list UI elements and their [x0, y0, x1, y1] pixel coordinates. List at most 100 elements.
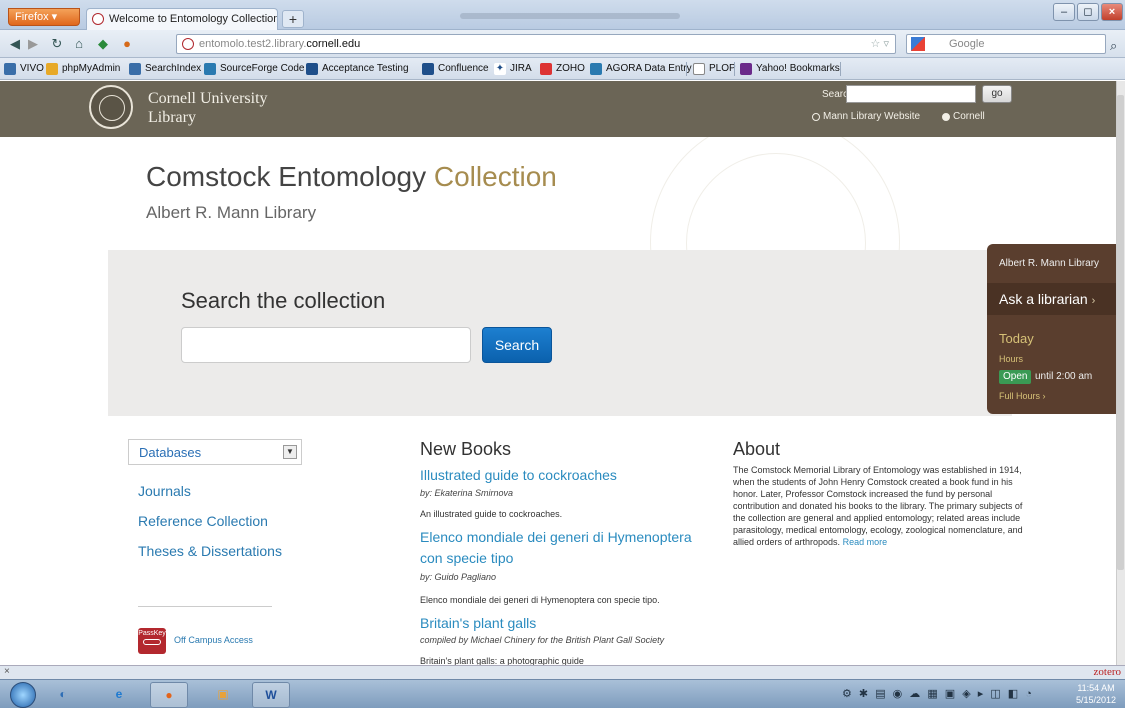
maximize-icon[interactable]: ◻ [1077, 3, 1099, 21]
page-title-accent: Collection [433, 161, 557, 192]
bookmark-label: PLOP [709, 63, 736, 74]
bookmark-searchindex[interactable]: SearchIndex [129, 62, 201, 76]
ask-librarian-link[interactable]: Ask a librarian › [987, 283, 1116, 315]
bookmark-acceptance-testing[interactable]: Acceptance Testing [306, 62, 409, 76]
zotero-button[interactable]: zotero [1094, 666, 1121, 678]
home-icon[interactable]: ⌂ [70, 35, 88, 53]
org-name-line2: Library [148, 109, 196, 126]
url-prefix: entomolo.test2.library. [199, 38, 307, 50]
close-addon-bar-icon[interactable]: × [4, 666, 10, 677]
bookmark-icon: ✦ [494, 63, 506, 75]
bookmark-yahoo[interactable]: Yahoo! Bookmarks [740, 62, 840, 76]
bookmark-icon [590, 63, 602, 75]
book-author: by: Ekaterina Smirnova [420, 488, 514, 498]
start-button[interactable] [10, 682, 36, 708]
library-hours-card: Albert R. Mann Library Ask a librarian ›… [987, 244, 1116, 414]
new-tab-button[interactable]: + [282, 10, 304, 28]
bookmark-icon [540, 63, 552, 75]
header-search-input[interactable] [846, 85, 976, 103]
clock-time: 11:54 AM [1077, 683, 1115, 693]
sidebar-divider [138, 606, 272, 607]
scrollbar-thumb[interactable] [1117, 95, 1124, 570]
taskbar-firefox-icon[interactable]: ● [150, 682, 188, 708]
page-title-main: Comstock Entomology [146, 161, 427, 192]
minimize-icon[interactable]: – [1053, 3, 1075, 21]
book-author: compiled by Michael Chinery for the Brit… [420, 635, 665, 645]
bookmark-separator [734, 62, 735, 76]
extension-person-icon[interactable]: ● [118, 35, 136, 53]
page-title: Comstock Entomology Collection [146, 161, 557, 193]
radio-cornell[interactable]: Cornell [942, 111, 985, 122]
full-hours-link[interactable]: Full Hours › [999, 391, 1046, 401]
firefox-menu-button[interactable]: Firefox ▾ [8, 8, 80, 26]
cornell-library-logo[interactable]: Cornell University Library [148, 89, 268, 127]
search-engine-label: Google [949, 38, 985, 50]
bookmark-icon [129, 63, 141, 75]
cornell-seal-logo[interactable] [89, 85, 133, 129]
databases-select[interactable]: Databases ▼ [128, 439, 302, 465]
reload-icon[interactable]: ↻ [48, 35, 66, 53]
bookmark-confluence[interactable]: Confluence [422, 62, 489, 76]
bookmark-icon [4, 63, 16, 75]
about-heading: About [733, 439, 781, 459]
forward-icon[interactable]: ▶ [24, 35, 42, 53]
bookmark-star-icon[interactable]: ☆ ▿ [871, 35, 889, 53]
screen: Firefox ▾ Welcome to Entomology Collecti… [0, 0, 1125, 708]
search-heading: Search the collection [181, 288, 386, 313]
google-engine-icon[interactable] [911, 37, 925, 51]
sidebar-link-journals[interactable]: Journals [138, 483, 191, 499]
collection-search-button[interactable]: Search [482, 327, 552, 363]
bookmark-label: JIRA [510, 63, 532, 74]
bookmark-vivo[interactable]: VIVO [4, 62, 44, 76]
bookmark-label: phpMyAdmin [62, 63, 121, 74]
open-until-text: until 2:00 am [1035, 371, 1093, 382]
bookmark-plop[interactable]: PLOP [693, 62, 736, 76]
full-hours-label: Full Hours [999, 391, 1041, 401]
bookmark-icon [422, 63, 434, 75]
radio-unchecked-icon [812, 113, 820, 121]
search-icon[interactable]: ⌕ [1110, 38, 1117, 54]
bookmark-icon [46, 63, 58, 75]
system-tray[interactable]: ⚙ ✱ ▤ ◉ ☁ ▦ ▣ ◈ ▸ ◫ ◧ ◔ [842, 687, 1034, 700]
collection-search-input[interactable] [181, 327, 471, 363]
databases-select-value: Databases [139, 445, 202, 460]
key-icon [143, 639, 161, 645]
bookmark-zoho[interactable]: ZOHO [540, 62, 585, 76]
header-go-button[interactable]: go [982, 85, 1012, 103]
book-description: Elenco mondiale dei generi di Hymenopter… [420, 595, 660, 605]
back-icon[interactable]: ◀ [6, 35, 24, 53]
passkey-icon[interactable]: PassKey [138, 628, 166, 654]
bookmark-label: Yahoo! Bookmarks [756, 63, 840, 74]
url-bar[interactable]: entomolo.test2.library.cornell.edu ☆ ▿ [176, 34, 896, 54]
system-clock[interactable]: 11:54 AM 5/15/2012 [1070, 682, 1122, 706]
bookmark-label: SearchIndex [145, 63, 202, 74]
radio-mann-library[interactable]: Mann Library Website [812, 111, 920, 122]
read-more-link[interactable]: Read more [843, 537, 888, 547]
book-title-link[interactable]: Illustrated guide to cockroaches [420, 465, 710, 486]
url-domain: cornell.edu [306, 38, 361, 50]
sidebar-link-theses[interactable]: Theses & Dissertations [138, 543, 282, 559]
taskbar-ie-icon[interactable]: e [100, 682, 138, 708]
bookmark-phpmyadmin[interactable]: phpMyAdmin [46, 62, 120, 76]
sidebar-link-reference[interactable]: Reference Collection [138, 513, 268, 529]
book-title-link[interactable]: Britain's plant galls [420, 613, 710, 634]
bookmark-sourceforge[interactable]: SourceForge Code [204, 62, 305, 76]
bookmark-agora[interactable]: AGORA Data Entry [590, 62, 692, 76]
extension-icon[interactable]: ◆ [94, 35, 112, 53]
bookmark-label: Acceptance Testing [322, 63, 409, 74]
browser-search-input[interactable]: Google [906, 34, 1106, 54]
bookmark-label: SourceForge Code [220, 63, 305, 74]
taskbar-office-icon[interactable]: ▣ [204, 682, 242, 708]
radio-mann-label: Mann Library Website [823, 111, 921, 122]
taskbar-word-icon[interactable]: W [252, 682, 290, 708]
page-content: Comstock Entomology Collection Albert R.… [0, 137, 1116, 665]
bookmark-jira[interactable]: ✦ JIRA [494, 62, 532, 76]
open-status-badge: Open [999, 370, 1032, 384]
book-title-link[interactable]: Elenco mondiale dei generi di Hymenopter… [420, 527, 710, 569]
window-title [460, 13, 680, 19]
tab-active[interactable]: Welcome to Entomology Collection | En... [86, 8, 278, 30]
close-window-icon[interactable]: × [1101, 3, 1123, 21]
taskbar-app-icon[interactable]: ◐ [44, 682, 82, 708]
chevron-down-icon[interactable]: ▼ [283, 445, 297, 459]
off-campus-access-link[interactable]: Off Campus Access [174, 635, 253, 645]
